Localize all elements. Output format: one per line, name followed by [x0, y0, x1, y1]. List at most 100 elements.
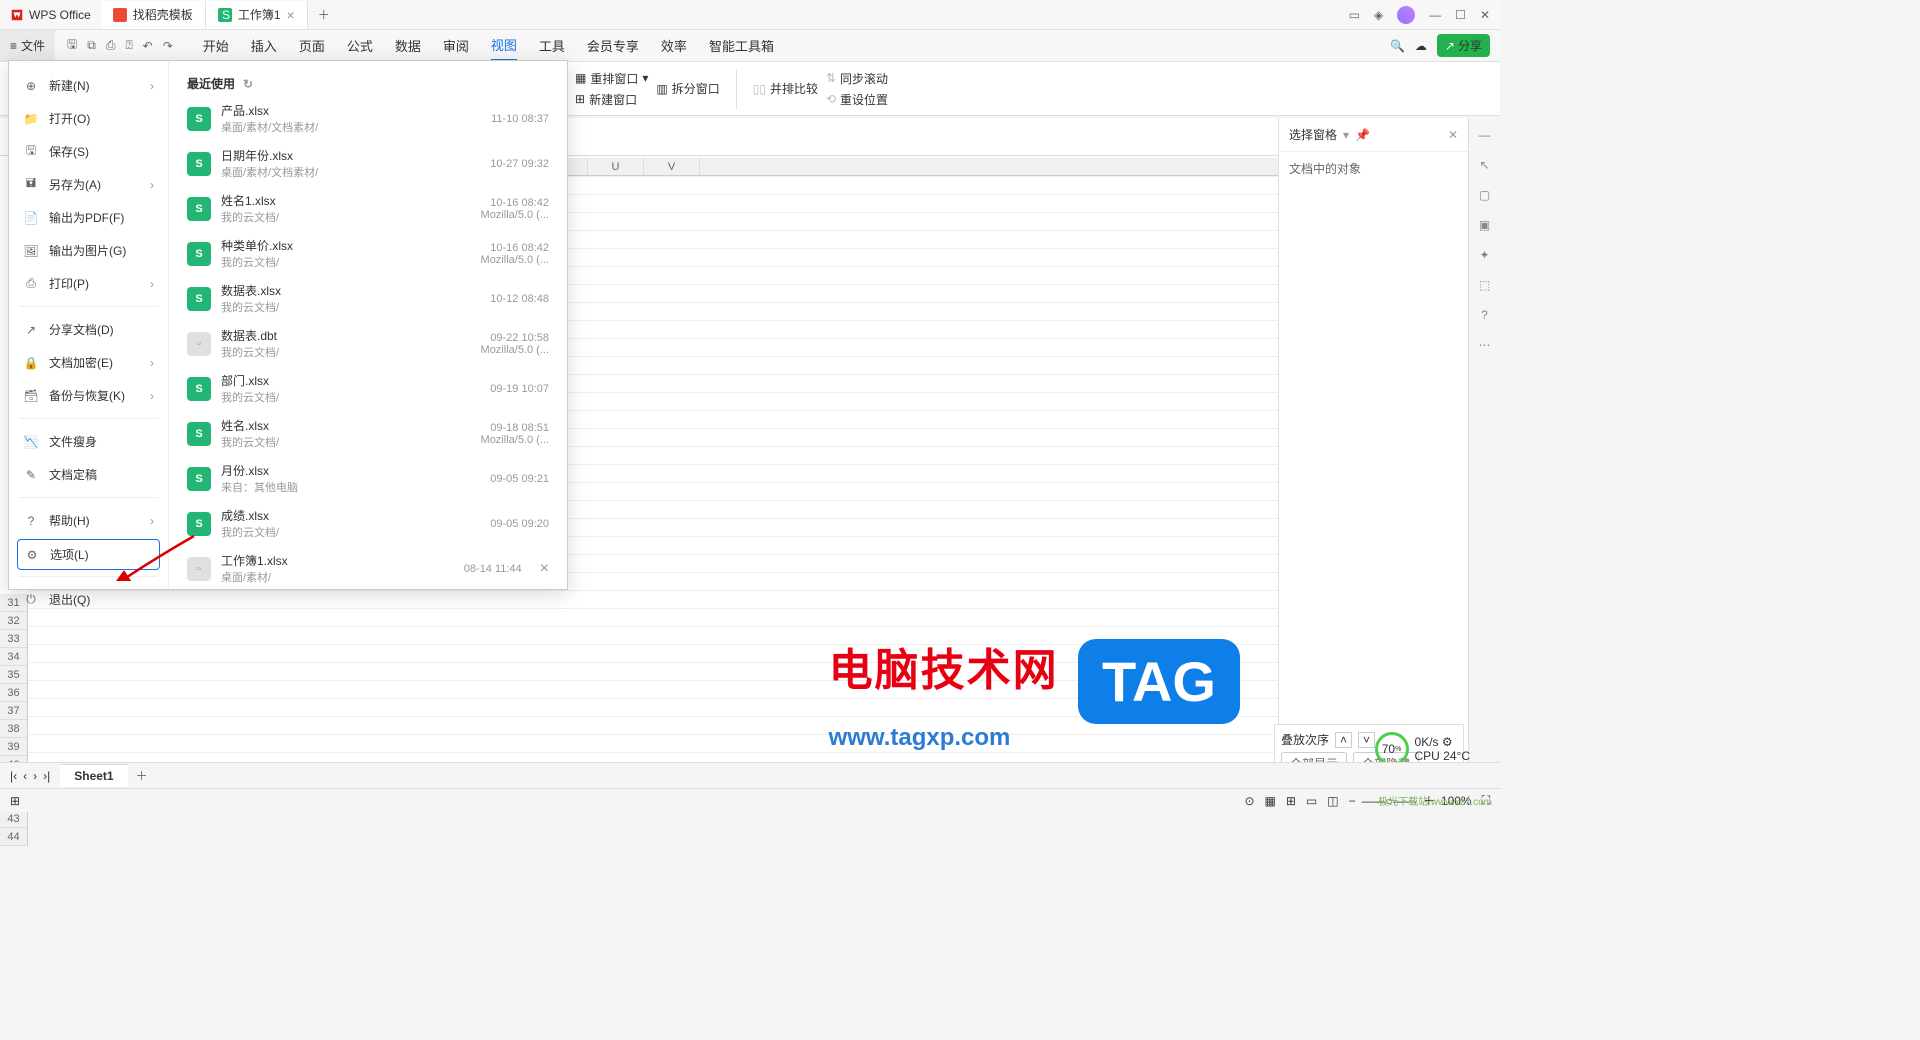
new-tab-button[interactable]: ＋ [308, 6, 340, 23]
remove-recent-icon[interactable]: × [540, 560, 549, 578]
file-menu-image[interactable]: 🖼输出为图片(G) [9, 234, 168, 267]
collapse-icon[interactable]: — [1479, 128, 1491, 142]
column-header[interactable]: U [588, 158, 644, 175]
tool4-icon[interactable]: ⬚ [1479, 278, 1490, 292]
row-header[interactable]: 36 [0, 684, 28, 702]
row-header[interactable]: 35 [0, 666, 28, 684]
search-icon[interactable]: 🔍 [1390, 39, 1405, 53]
file-menu-help[interactable]: ?帮助(H)› [9, 504, 168, 537]
menu-tab-插入[interactable]: 插入 [251, 30, 277, 61]
recent-file-item[interactable]: S部门.xlsx我的云文档/09-19 10:07 [169, 366, 567, 411]
preview-icon[interactable]: ⍰ [125, 38, 132, 53]
file-menu-share[interactable]: ↗分享文档(D) [9, 313, 168, 346]
file-menu-options[interactable]: ⚙选项(L) [17, 539, 160, 570]
more-icon[interactable]: ⋯ [1479, 338, 1491, 352]
menu-tab-会员专享[interactable]: 会员专享 [587, 30, 639, 61]
file-menu-save[interactable]: 🖫保存(S) [9, 135, 168, 168]
recent-file-item[interactable]: ▫工作簿1.xlsx桌面/素材/08-14 11:44× [169, 546, 567, 589]
help-icon[interactable]: ? [1481, 308, 1488, 322]
first-sheet-icon[interactable]: |‹ [10, 769, 17, 783]
tab-workbook[interactable]: S 工作簿1 × [206, 1, 308, 29]
new-window[interactable]: ⊞ 新建窗口 [575, 91, 648, 108]
print-icon[interactable]: ⎙ [106, 38, 116, 53]
menu-tab-审阅[interactable]: 审阅 [443, 30, 469, 61]
view2-icon[interactable]: ▦ [1265, 794, 1276, 808]
tool1-icon[interactable]: ▢ [1479, 188, 1490, 202]
menu-tab-视图[interactable]: 视图 [491, 30, 517, 61]
panel-icon[interactable]: ▭ [1349, 8, 1360, 22]
row-header[interactable]: 33 [0, 630, 28, 648]
redo-icon[interactable]: ↷ [163, 39, 173, 53]
row-header[interactable]: 39 [0, 738, 28, 756]
recent-file-item[interactable]: S姓名.xlsx我的云文档/09-18 08:51Mozilla/5.0 (..… [169, 411, 567, 456]
file-menu-saveas[interactable]: 🖬另存为(A)› [9, 168, 168, 201]
close-window-icon[interactable]: ✕ [1480, 8, 1490, 22]
maximize-icon[interactable]: ☐ [1455, 8, 1466, 22]
file-menu-slim[interactable]: 📉文件瘦身 [9, 425, 168, 458]
file-type-icon: S [187, 242, 211, 266]
recent-file-item[interactable]: S种类单价.xlsx我的云文档/10-16 08:42Mozilla/5.0 (… [169, 231, 567, 276]
file-menu-button[interactable]: ≡ 文件 [0, 30, 55, 61]
close-panel-icon[interactable]: ✕ [1448, 128, 1458, 142]
recent-file-item[interactable]: S数据表.xlsx我的云文档/10-12 08:48 [169, 276, 567, 321]
recent-file-item[interactable]: S月份.xlsx来自：其他电脑09-05 09:21 [169, 456, 567, 501]
file-menu-print[interactable]: ⎙打印(P)› [9, 267, 168, 300]
recent-file-item[interactable]: ▫数据表.dbt我的云文档/09-22 10:58Mozilla/5.0 (..… [169, 321, 567, 366]
menu-tab-效率[interactable]: 效率 [661, 30, 687, 61]
last-sheet-icon[interactable]: ›| [43, 769, 50, 783]
tool2-icon[interactable]: ▣ [1479, 218, 1490, 232]
close-icon[interactable]: × [287, 7, 295, 23]
view5-icon[interactable]: ◫ [1327, 794, 1338, 808]
recent-file-item[interactable]: S成绩.xlsx我的云文档/09-05 09:20 [169, 501, 567, 546]
row-header[interactable]: 44 [0, 828, 28, 846]
file-menu-backup[interactable]: 🗃备份与恢复(K)› [9, 379, 168, 412]
view3-icon[interactable]: ⊞ [1286, 794, 1296, 808]
link-icon[interactable]: ⧉ [87, 38, 96, 53]
split-window[interactable]: ▥ 拆分窗口 [656, 80, 719, 97]
tool3-icon[interactable]: ✦ [1479, 248, 1489, 262]
pin-icon[interactable]: 📌 [1355, 128, 1370, 142]
recent-file-item[interactable]: S产品.xlsx桌面/素材/文档素材/11-10 08:37 [169, 96, 567, 141]
recent-file-item[interactable]: S日期年份.xlsx桌面/素材/文档素材/10-27 09:32 [169, 141, 567, 186]
menu-tab-页面[interactable]: 页面 [299, 30, 325, 61]
save-icon[interactable]: 🖫 [67, 35, 77, 56]
rearrange-window[interactable]: ▦ 重排窗口 ▾ [575, 70, 648, 87]
view4-icon[interactable]: ▭ [1306, 794, 1317, 808]
recent-file-item[interactable]: S姓名1.xlsx我的云文档/10-16 08:42Mozilla/5.0 (.… [169, 186, 567, 231]
column-header[interactable]: V [644, 158, 700, 175]
prev-sheet-icon[interactable]: ‹ [23, 769, 27, 783]
view1-icon[interactable]: ⊙ [1244, 794, 1254, 808]
up-icon[interactable]: ˄ [1335, 732, 1352, 748]
file-menu-folder[interactable]: 📁打开(O) [9, 102, 168, 135]
file-menu-pdf[interactable]: 📄输出为PDF(F) [9, 201, 168, 234]
row-header[interactable]: 34 [0, 648, 28, 666]
menu-tab-公式[interactable]: 公式 [347, 30, 373, 61]
menu-tab-工具[interactable]: 工具 [539, 30, 565, 61]
chevron-down-icon[interactable]: ▾ [1343, 128, 1349, 142]
cursor-icon[interactable]: ↖ [1479, 158, 1489, 172]
help-icon: ? [23, 513, 39, 529]
minimize-icon[interactable]: — [1429, 8, 1441, 22]
share-button[interactable]: ↗ 分享 [1437, 34, 1490, 57]
sheet-tab[interactable]: Sheet1 [60, 764, 127, 787]
file-menu-final[interactable]: ✎文档定稿 [9, 458, 168, 491]
down-icon[interactable]: ˅ [1358, 732, 1375, 748]
cube-icon[interactable]: ◈ [1374, 8, 1383, 22]
file-menu-lock[interactable]: 🔒文档加密(E)› [9, 346, 168, 379]
zoom-out-icon[interactable]: − [1349, 794, 1356, 808]
row-header[interactable]: 38 [0, 720, 28, 738]
row-header[interactable]: 37 [0, 702, 28, 720]
menu-tab-开始[interactable]: 开始 [203, 30, 229, 61]
cloud-icon[interactable]: ☁ [1415, 39, 1427, 53]
next-sheet-icon[interactable]: › [33, 769, 37, 783]
file-menu-exit[interactable]: ⏻退出(Q) [9, 583, 168, 616]
file-menu-plus[interactable]: ⊕新建(N)› [9, 69, 168, 102]
refresh-icon[interactable]: ↻ [243, 77, 253, 91]
row-header[interactable]: 43 [0, 810, 28, 828]
menu-tab-数据[interactable]: 数据 [395, 30, 421, 61]
undo-icon[interactable]: ↶ [143, 39, 153, 53]
tab-template[interactable]: 找稻壳模板 [101, 1, 206, 29]
add-sheet-button[interactable]: ＋ [128, 767, 156, 784]
menu-tab-智能工具箱[interactable]: 智能工具箱 [709, 30, 774, 61]
avatar[interactable] [1397, 6, 1415, 24]
